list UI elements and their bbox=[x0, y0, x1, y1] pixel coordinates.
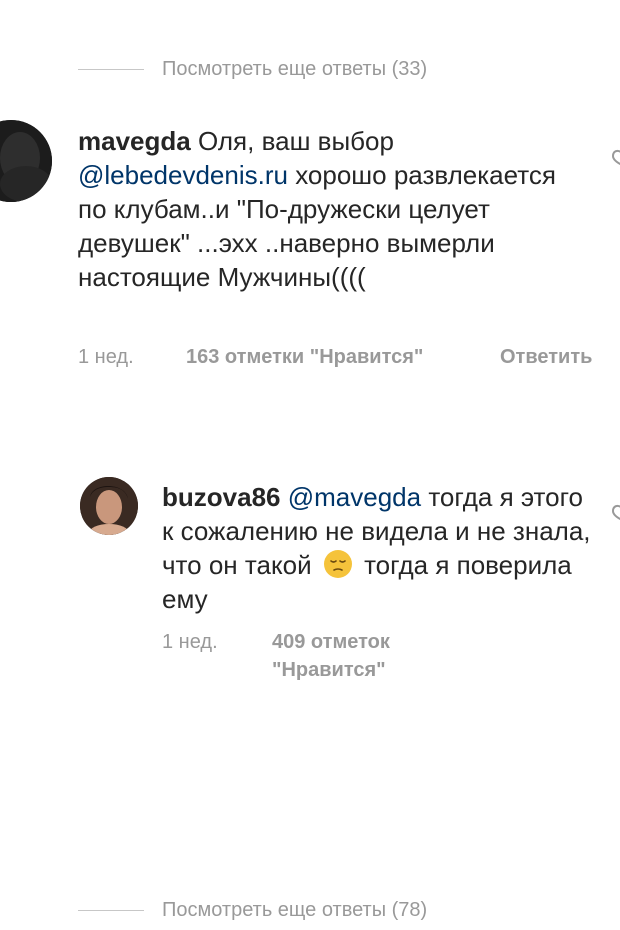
comment-username[interactable]: mavegda bbox=[78, 126, 191, 156]
avatar-image bbox=[80, 477, 138, 535]
comment-text-part: Оля, ваш выбор bbox=[190, 126, 394, 156]
comment-timestamp: 1 нед. bbox=[78, 346, 134, 368]
avatar-mavegda[interactable] bbox=[0, 120, 52, 202]
view-more-label: Посмотреть еще ответы (33) bbox=[162, 57, 428, 80]
avatar-buzova86[interactable] bbox=[80, 477, 138, 535]
comment-mention[interactable]: @lebedevdenis.ru bbox=[78, 160, 288, 190]
view-more-label: Посмотреть еще ответы (78) bbox=[162, 898, 428, 921]
divider-line bbox=[78, 909, 144, 911]
view-more-replies-bottom[interactable]: Посмотреть еще ответы (78) bbox=[78, 895, 427, 925]
divider-line bbox=[78, 68, 144, 70]
reply-button[interactable]: Ответить bbox=[500, 343, 592, 371]
pensive-face-icon bbox=[323, 550, 352, 578]
like-heart-icon[interactable] bbox=[612, 148, 620, 166]
view-more-replies-top[interactable]: Посмотреть еще ответы (33) bbox=[78, 54, 427, 84]
like-heart-icon[interactable] bbox=[612, 503, 620, 521]
reply-username[interactable]: buzova86 bbox=[162, 482, 281, 512]
reply-timestamp: 1 нед. bbox=[162, 631, 218, 653]
comment-text: mavegda Оля, ваш выбор @lebedevdenis.ru … bbox=[78, 124, 588, 294]
reply-text: buzova86 @mavegda тогда я этого к сожале… bbox=[162, 480, 592, 616]
reply-likes-count[interactable]: 409 отметок "Нравится" bbox=[272, 628, 432, 684]
reply-mention[interactable]: @mavegda bbox=[288, 482, 421, 512]
avatar-image bbox=[0, 120, 52, 202]
comment-likes-count[interactable]: 163 отметки "Нравится" bbox=[186, 343, 423, 371]
